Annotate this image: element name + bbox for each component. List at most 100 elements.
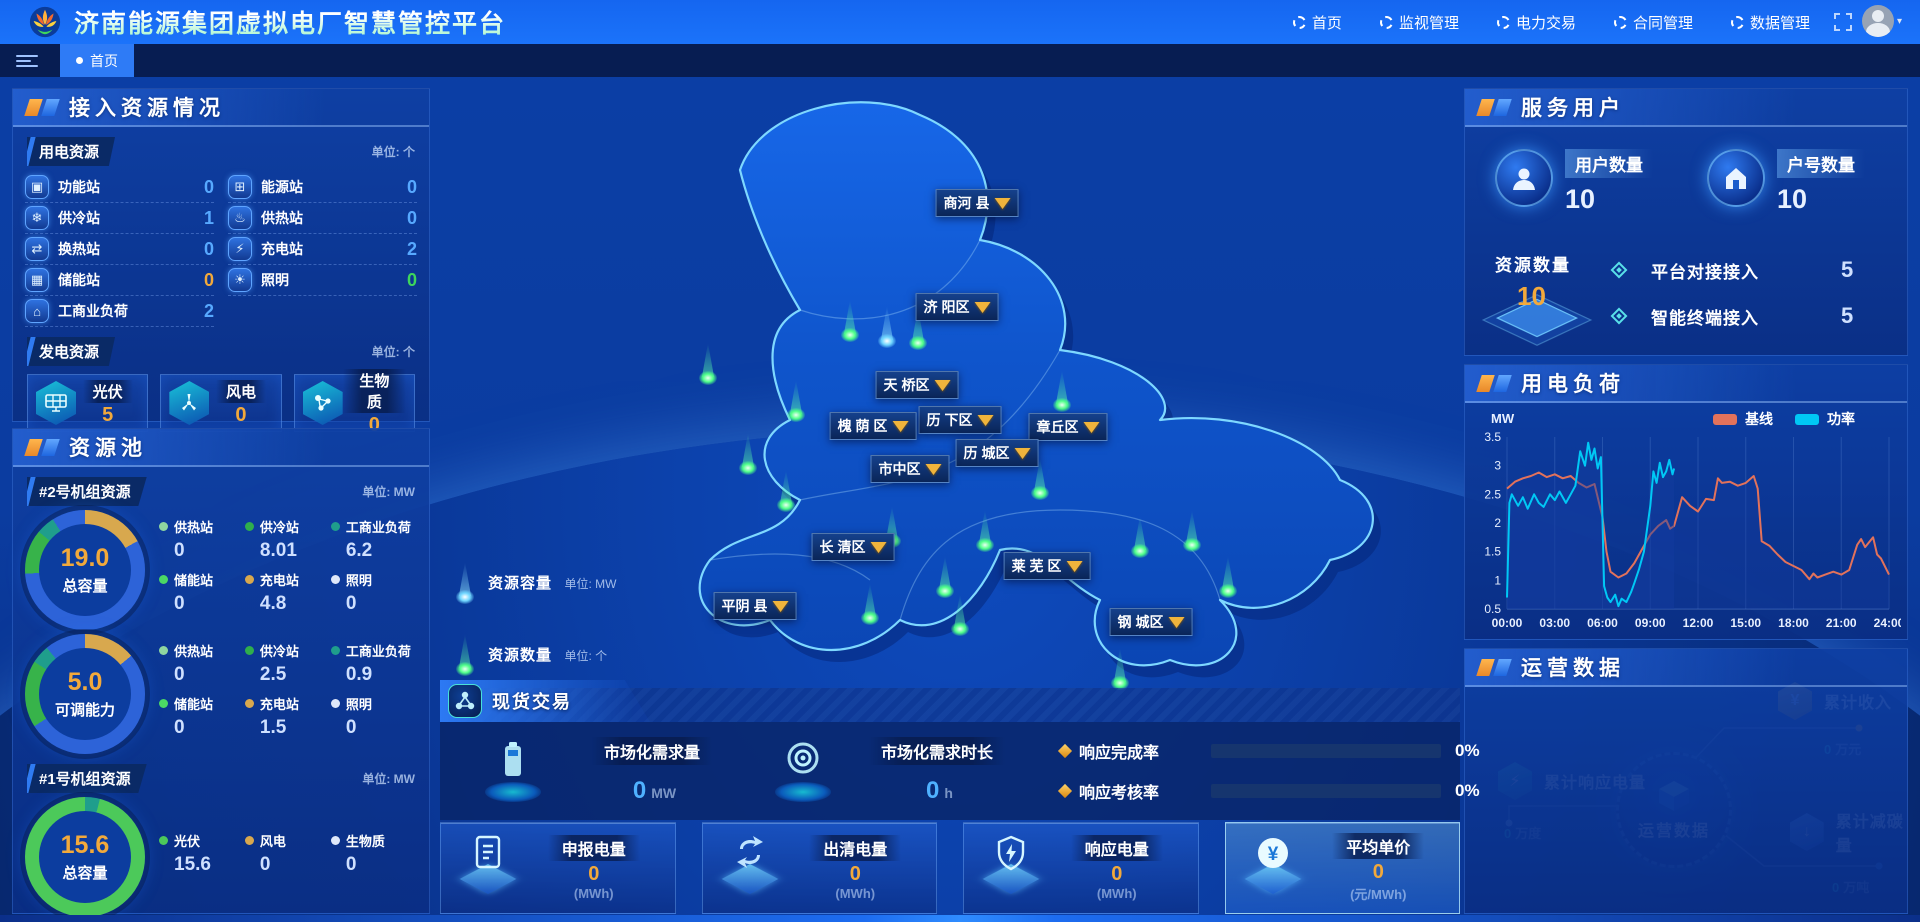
legend-item: 工商业负荷0.9 bbox=[331, 641, 417, 686]
resource-beacon-icon[interactable] bbox=[1107, 646, 1133, 690]
district-marker[interactable]: 长 清区 bbox=[812, 533, 895, 561]
legend-item: 充电站4.8 bbox=[245, 570, 331, 615]
donut-center: 5.0可调能力 bbox=[39, 648, 131, 740]
resource-beacon-icon[interactable] bbox=[695, 341, 721, 385]
diamond-bullet-icon bbox=[1611, 262, 1628, 279]
resource-row: ❄供冷站1♨供热站0 bbox=[25, 203, 417, 234]
panel-access-header: 接入资源情况 bbox=[13, 89, 429, 127]
legend-label: 供热站 bbox=[174, 641, 213, 660]
map-pin-icon bbox=[1066, 561, 1082, 572]
legend-power[interactable]: 功率 bbox=[1795, 409, 1855, 429]
nav-item-1[interactable]: 首页 bbox=[1293, 12, 1342, 33]
panel-operating-data: 运营数据 bbox=[1464, 648, 1908, 914]
legend-row: 储能站0充电站1.5照明0 bbox=[159, 694, 417, 739]
legend-value: 4.8 bbox=[260, 593, 331, 615]
user-menu[interactable]: ▾ bbox=[1862, 5, 1902, 37]
legend-item-top: 工商业负荷 bbox=[331, 517, 417, 536]
response-assessment-bar bbox=[1211, 784, 1441, 798]
pool-donut-block: 15.6总容量光伏15.6风电0生物质0 bbox=[13, 793, 429, 917]
resource-beacon-icon[interactable] bbox=[1049, 368, 1075, 412]
panel-access-title: 接入资源情况 bbox=[69, 92, 225, 122]
district-name: 平阴 县 bbox=[722, 596, 768, 616]
legend-item: 生物质0 bbox=[331, 831, 417, 876]
house-count-stat: 户号数量 10 bbox=[1707, 149, 1865, 215]
power-swatch bbox=[1795, 414, 1819, 425]
gen-card-label: 光伏 bbox=[83, 380, 133, 403]
district-marker[interactable]: 平阴 县 bbox=[714, 592, 797, 620]
resource-beacon-icon[interactable] bbox=[735, 431, 761, 475]
district-marker[interactable]: 济 阳区 bbox=[916, 293, 999, 321]
district-name: 天 桥区 bbox=[884, 375, 930, 395]
user-avatar[interactable] bbox=[1862, 5, 1894, 37]
legend-dot-icon bbox=[159, 522, 168, 531]
legend-label: 充电站 bbox=[260, 694, 299, 713]
resource-beacon-icon[interactable] bbox=[773, 468, 799, 512]
dashboard: 济南能源集团虚拟电厂智慧管控平台 首页监视管理电力交易合同管理数据管理 ▾ 首页 bbox=[0, 0, 1920, 922]
resource-value: 0 bbox=[407, 208, 417, 229]
resource-beacon-icon[interactable] bbox=[874, 304, 900, 348]
legend-baseline[interactable]: 基线 bbox=[1713, 409, 1773, 429]
legend-item: 供热站0 bbox=[159, 517, 245, 562]
resource-beacon-icon[interactable] bbox=[783, 378, 809, 422]
resource-beacon-icon[interactable] bbox=[947, 592, 973, 636]
resource-item: ▦储能站0 bbox=[25, 265, 214, 296]
decor-slash-orange bbox=[1476, 375, 1495, 392]
user-count-icon bbox=[1495, 149, 1553, 207]
baseline-swatch bbox=[1713, 414, 1737, 425]
market-demand-label: 市场化需求量 bbox=[592, 737, 712, 765]
district-marker[interactable]: 钢 城区 bbox=[1110, 608, 1193, 636]
district-marker[interactable]: 章丘区 bbox=[1029, 413, 1108, 441]
district-marker[interactable]: 天 桥区 bbox=[876, 371, 959, 399]
district-marker[interactable]: 历 城区 bbox=[956, 439, 1039, 467]
wind-icon bbox=[169, 381, 209, 425]
nav-item-3[interactable]: 电力交易 bbox=[1497, 12, 1576, 33]
resource-beacon-icon[interactable] bbox=[1127, 514, 1153, 558]
biomass-icon bbox=[303, 381, 343, 425]
resource-beacon-icon[interactable] bbox=[837, 298, 863, 342]
panel-operating-header: 运营数据 bbox=[1465, 649, 1907, 687]
district-marker[interactable]: 历 下区 bbox=[919, 406, 1002, 434]
nav-item-5[interactable]: 数据管理 bbox=[1731, 12, 1810, 33]
panel-access-resources: 接入资源情况 用电资源 单位: 个 ▣功能站0⊞能源站0❄供冷站1♨供热站0⇄换… bbox=[12, 88, 430, 422]
district-marker[interactable]: 莱 芜 区 bbox=[1004, 552, 1091, 580]
response-completion-label: 响应完成率 bbox=[1079, 739, 1197, 763]
panel-service-header: 服务用户 bbox=[1465, 89, 1907, 127]
resource-beacon-icon[interactable] bbox=[1179, 508, 1205, 552]
nav-item-2[interactable]: 监视管理 bbox=[1380, 12, 1459, 33]
nav-item-4[interactable]: 合同管理 bbox=[1614, 12, 1693, 33]
spot-card-text: 响应电量0(MWh) bbox=[1044, 835, 1198, 901]
lotus-flame-logo bbox=[28, 5, 62, 39]
decor-slash-blue bbox=[1493, 99, 1512, 116]
resource-value: 1 bbox=[204, 208, 214, 229]
decor-slash-orange bbox=[1476, 659, 1495, 676]
user-count-stat: 用户数量 10 bbox=[1495, 149, 1653, 215]
pool-groups: #2号机组资源单位: MW19.0总容量供热站0供冷站8.01工商业负荷6.2储… bbox=[13, 477, 429, 917]
spot-card-label: 响应电量 bbox=[1071, 835, 1163, 861]
legend-value: 0 bbox=[346, 593, 417, 615]
tab-spot-trading[interactable]: 现货交易 bbox=[440, 680, 650, 722]
gen-card-text: 生物质0 bbox=[343, 369, 406, 437]
resource-beacon-icon[interactable] bbox=[972, 508, 998, 552]
legend-value: 0 bbox=[174, 717, 245, 739]
map-pin-icon bbox=[892, 421, 908, 432]
resource-value: 0 bbox=[407, 270, 417, 291]
lighting-icon: ☀ bbox=[228, 268, 252, 292]
collapse-menu-icon[interactable] bbox=[16, 52, 38, 68]
pool-unit-label: 单位: MW bbox=[362, 770, 415, 787]
generate-resource-cards: 光伏5风电0生物质0 bbox=[13, 366, 429, 432]
capacity-beacon-icon bbox=[452, 560, 478, 604]
resource-beacon-icon[interactable] bbox=[932, 554, 958, 598]
fullscreen-icon[interactable] bbox=[1834, 13, 1852, 31]
svg-text:2.5: 2.5 bbox=[1484, 487, 1501, 501]
map-pin-icon bbox=[977, 415, 993, 426]
resource-item: ⊞能源站0 bbox=[228, 172, 417, 203]
district-name: 历 下区 bbox=[927, 410, 973, 430]
district-marker[interactable]: 商河 县 bbox=[936, 189, 1019, 217]
tab-home[interactable]: 首页 bbox=[60, 44, 134, 77]
tab-spot-trading-label: 现货交易 bbox=[492, 688, 572, 714]
diamond-bullet-icon bbox=[1058, 784, 1072, 798]
district-marker[interactable]: 市中区 bbox=[871, 455, 950, 483]
resource-beacon-icon[interactable] bbox=[1215, 554, 1241, 598]
district-marker[interactable]: 槐 荫 区 bbox=[830, 412, 917, 440]
resource-beacon-icon[interactable] bbox=[857, 581, 883, 625]
